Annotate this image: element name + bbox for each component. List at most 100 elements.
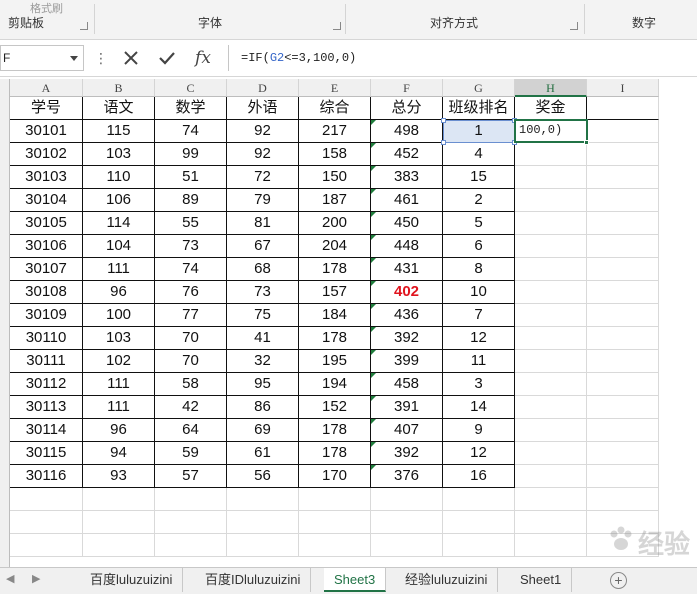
- error-indicator-icon[interactable]: [371, 258, 376, 263]
- grid-cell[interactable]: [587, 327, 659, 350]
- grid-cell[interactable]: [227, 488, 299, 511]
- error-indicator-icon[interactable]: [371, 465, 376, 470]
- next-sheet-icon[interactable]: ▶: [32, 572, 40, 585]
- data-cell[interactable]: 51: [155, 166, 227, 189]
- data-cell[interactable]: 407: [371, 419, 443, 442]
- grid-cell[interactable]: [587, 373, 659, 396]
- error-indicator-icon[interactable]: [371, 396, 376, 401]
- data-cell[interactable]: 30114: [10, 419, 83, 442]
- data-cell[interactable]: 70: [155, 327, 227, 350]
- error-indicator-icon[interactable]: [371, 189, 376, 194]
- header-cell[interactable]: 外语: [227, 97, 299, 120]
- grid-cell[interactable]: [227, 534, 299, 557]
- grid-cell[interactable]: [443, 534, 515, 557]
- error-indicator-icon[interactable]: [371, 442, 376, 447]
- data-cell[interactable]: 104: [83, 235, 155, 258]
- data-cell[interactable]: 111: [83, 373, 155, 396]
- error-indicator-icon[interactable]: [371, 419, 376, 424]
- grid-cell[interactable]: [10, 511, 83, 534]
- bonus-cell[interactable]: [515, 465, 587, 488]
- grid-cell[interactable]: [443, 488, 515, 511]
- data-cell[interactable]: 58: [155, 373, 227, 396]
- data-cell[interactable]: 9: [443, 419, 515, 442]
- formula-input[interactable]: =IF(G2<=3,100,0): [228, 45, 697, 71]
- grid-cell[interactable]: [587, 396, 659, 419]
- data-cell[interactable]: 204: [299, 235, 371, 258]
- data-cell[interactable]: 8: [443, 258, 515, 281]
- grid-cell[interactable]: [371, 534, 443, 557]
- grid-cell[interactable]: [10, 534, 83, 557]
- grid-cell[interactable]: [587, 304, 659, 327]
- data-cell[interactable]: 448: [371, 235, 443, 258]
- data-cell[interactable]: 152: [299, 396, 371, 419]
- data-cell[interactable]: 5: [443, 212, 515, 235]
- data-cell[interactable]: 402: [371, 281, 443, 304]
- data-cell[interactable]: 150: [299, 166, 371, 189]
- data-cell[interactable]: 217: [299, 120, 371, 143]
- data-cell[interactable]: 194: [299, 373, 371, 396]
- active-cell-editor[interactable]: 100,0): [514, 119, 588, 143]
- alignment-launcher-icon[interactable]: [570, 22, 578, 30]
- data-cell[interactable]: 30106: [10, 235, 83, 258]
- data-cell[interactable]: 187: [299, 189, 371, 212]
- error-indicator-icon[interactable]: [371, 120, 376, 125]
- grid-cell[interactable]: [10, 488, 83, 511]
- data-cell[interactable]: 431: [371, 258, 443, 281]
- grid-cell[interactable]: [587, 212, 659, 235]
- data-cell[interactable]: 41: [227, 327, 299, 350]
- data-cell[interactable]: 74: [155, 120, 227, 143]
- column-header-h[interactable]: H: [515, 79, 587, 97]
- data-cell[interactable]: 94: [83, 442, 155, 465]
- header-cell[interactable]: 总分: [371, 97, 443, 120]
- insert-function-button[interactable]: fx: [188, 45, 218, 71]
- grid-cell[interactable]: [587, 235, 659, 258]
- row-header-strip[interactable]: [0, 79, 10, 569]
- data-cell[interactable]: 195: [299, 350, 371, 373]
- data-cell[interactable]: 72: [227, 166, 299, 189]
- data-cell[interactable]: 81: [227, 212, 299, 235]
- add-sheet-button[interactable]: +: [610, 572, 627, 589]
- data-cell[interactable]: 450: [371, 212, 443, 235]
- error-indicator-icon[interactable]: [371, 166, 376, 171]
- data-cell[interactable]: 76: [155, 281, 227, 304]
- data-cell[interactable]: 55: [155, 212, 227, 235]
- column-header-d[interactable]: D: [227, 79, 299, 97]
- cancel-button[interactable]: [116, 45, 146, 71]
- grid-cell[interactable]: [587, 419, 659, 442]
- column-header-i[interactable]: I: [587, 79, 659, 97]
- bonus-cell[interactable]: [515, 304, 587, 327]
- data-cell[interactable]: 16: [443, 465, 515, 488]
- data-cell[interactable]: 73: [227, 281, 299, 304]
- data-cell[interactable]: 64: [155, 419, 227, 442]
- header-cell[interactable]: 数学: [155, 97, 227, 120]
- data-cell[interactable]: 15: [443, 166, 515, 189]
- data-cell[interactable]: 30112: [10, 373, 83, 396]
- grid-cell[interactable]: [587, 97, 659, 120]
- data-cell[interactable]: 95: [227, 373, 299, 396]
- error-indicator-icon[interactable]: [371, 350, 376, 355]
- error-indicator-icon[interactable]: [371, 373, 376, 378]
- data-cell[interactable]: 392: [371, 442, 443, 465]
- data-cell[interactable]: 392: [371, 327, 443, 350]
- bonus-cell[interactable]: [515, 327, 587, 350]
- grid-cell[interactable]: [371, 488, 443, 511]
- sheet-tab[interactable]: 百度IDluluzuizini: [195, 568, 312, 592]
- data-cell[interactable]: 89: [155, 189, 227, 212]
- data-cell[interactable]: 178: [299, 442, 371, 465]
- data-cell[interactable]: 178: [299, 419, 371, 442]
- data-cell[interactable]: 458: [371, 373, 443, 396]
- bonus-cell[interactable]: [515, 258, 587, 281]
- data-cell[interactable]: 100: [83, 304, 155, 327]
- grid-cell[interactable]: [299, 534, 371, 557]
- sheet-tab[interactable]: Sheet1: [510, 568, 573, 592]
- data-cell[interactable]: 110: [83, 166, 155, 189]
- column-header-c[interactable]: C: [155, 79, 227, 97]
- data-cell[interactable]: 30116: [10, 465, 83, 488]
- bonus-cell[interactable]: [515, 419, 587, 442]
- column-header-a[interactable]: A: [10, 79, 83, 97]
- grid-cell[interactable]: [371, 511, 443, 534]
- data-cell[interactable]: 30101: [10, 120, 83, 143]
- data-cell[interactable]: 30110: [10, 327, 83, 350]
- font-launcher-icon[interactable]: [333, 22, 341, 30]
- grid-cell[interactable]: [587, 281, 659, 304]
